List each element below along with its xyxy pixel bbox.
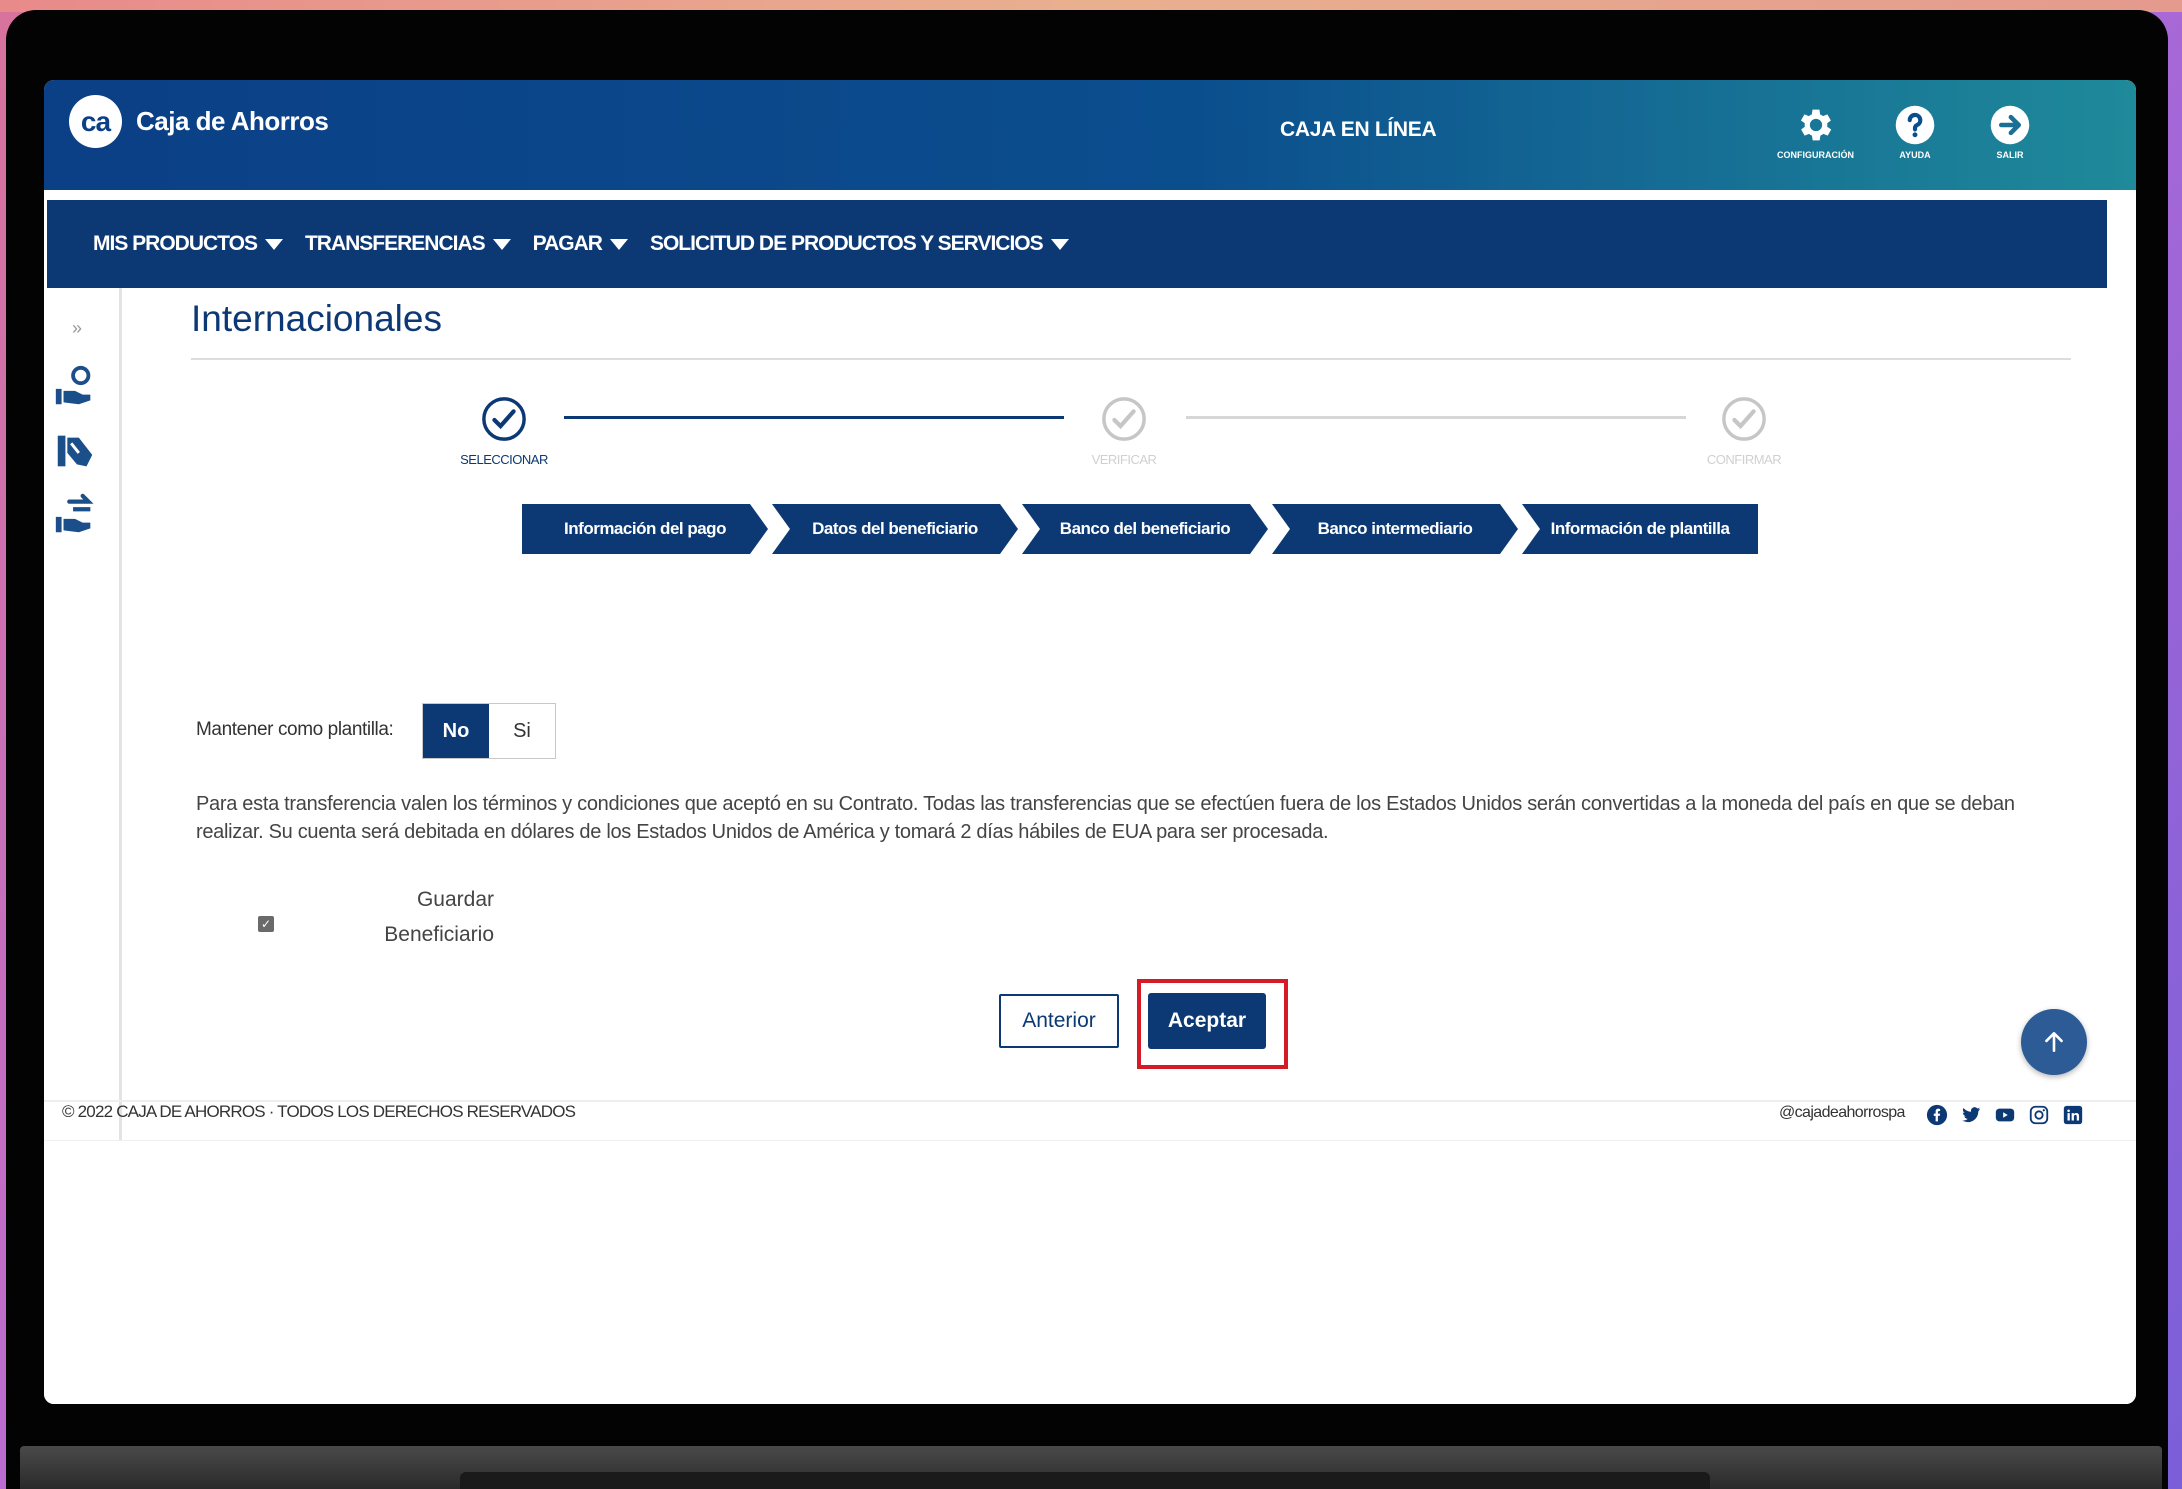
tab-informacion-plantilla[interactable]: Información de plantilla [1522,504,1758,554]
main-nav: MIS PRODUCTOS TRANSFERENCIAS PAGAR SOLIC… [47,200,2107,288]
sidebar-expand-icon[interactable]: » [72,318,82,339]
step-seleccionar: SELECCIONAR [444,396,564,467]
sidebar: » [44,288,122,1178]
gear-icon [1800,109,1831,141]
step-label: CONFIRMAR [1706,452,1782,467]
youtube-icon[interactable] [1994,1104,2016,1126]
twitter-icon[interactable] [1960,1104,1982,1126]
caret-down-icon [264,238,283,250]
hand-transfer-icon[interactable] [52,492,98,538]
help-label: AYUDA [1899,150,1931,160]
template-option-no[interactable]: No [423,704,489,758]
template-label: Mantener como plantilla: [196,719,394,740]
step-connector-inactive [1186,416,1686,419]
step-verificar: VERIFICAR [1064,396,1184,467]
template-toggle: No Si [422,703,556,759]
step-label: SELECCIONAR [460,452,548,467]
header-title: CAJA EN LÍNEA [1280,118,1437,141]
page-title: Internacionales [191,298,442,339]
nav-label: SOLICITUD DE PRODUCTOS Y SERVICIOS [649,232,1044,255]
browser-screen: ca Caja de Ahorros CAJA EN LÍNEA CONFIGU… [44,80,2136,1404]
scroll-to-top-button[interactable] [2021,1009,2087,1075]
tab-banco-intermediario[interactable]: Banco intermediario [1272,504,1518,554]
previous-button[interactable]: Anterior [999,994,1119,1048]
save-label-line2: Beneficiario [384,923,494,946]
tab-banco-beneficiario[interactable]: Banco del beneficiario [1022,504,1268,554]
tab-datos-beneficiario[interactable]: Datos del beneficiario [772,504,1018,554]
nav-label: MIS PRODUCTOS [93,232,258,255]
save-label-line1: Guardar [416,888,494,911]
form-tabs: Información del pago Datos del beneficia… [522,504,1762,554]
terms-text: Para esta transferencia valen los términ… [196,793,2015,843]
nav-label: TRANSFERENCIAS [304,232,486,255]
save-beneficiary-label: Guardar Beneficiario [324,882,494,952]
step-label: VERIFICAR [1091,452,1157,467]
app-header: ca Caja de Ahorros CAJA EN LÍNEA CONFIGU… [44,80,2136,190]
empty-page-area [44,1140,2136,1404]
facebook-icon[interactable] [1926,1104,1948,1126]
settings-button[interactable]: CONFIGURACIÓN [1777,104,1854,160]
step-confirmar: CONFIRMAR [1684,396,1804,467]
save-beneficiary-checkbox[interactable]: ✓ [258,916,274,932]
accept-button[interactable]: Aceptar [1148,993,1266,1049]
step-connector-active [564,416,1064,419]
nav-pagar[interactable]: PAGAR [533,232,628,256]
check-circle-icon [482,397,526,441]
social-handle: @cajadeahorrospa [1779,1104,1905,1121]
caret-down-icon [609,238,628,250]
caret-down-icon [1050,238,1069,250]
logo-icon[interactable]: ca [69,95,122,148]
nav-mis-productos[interactable]: MIS PRODUCTOS [93,232,283,256]
logout-label: SALIR [1996,150,2024,160]
help-button[interactable]: AYUDA [1894,104,1936,160]
nav-transferencias[interactable]: TRANSFERENCIAS [305,232,511,256]
brand-name: Caja de Ahorros [136,106,329,136]
settings-label: CONFIGURACIÓN [1777,150,1854,160]
logout-icon [1990,105,2030,145]
arrow-up-icon [2045,1032,2063,1052]
laptop-notch [460,1472,1710,1489]
linkedin-icon[interactable] [2062,1104,2084,1126]
help-icon [1895,105,1935,145]
template-option-si[interactable]: Si [489,704,555,758]
instagram-icon[interactable] [2028,1104,2050,1126]
check-circle-icon [1722,397,1766,441]
logout-button[interactable]: SALIR [1989,104,2031,160]
caret-down-icon [492,238,511,250]
check-circle-icon [1102,397,1146,441]
title-divider [191,358,2071,360]
nav-solicitud[interactable]: SOLICITUD DE PRODUCTOS Y SERVICIOS [650,232,1069,256]
tab-informacion-pago[interactable]: Información del pago [522,504,768,554]
hand-cards-icon[interactable] [52,428,98,474]
nav-label: PAGAR [532,232,603,255]
hand-coin-icon[interactable] [52,364,98,410]
copyright-text: © 2022 CAJA DE AHORROS · TODOS LOS DEREC… [62,1102,576,1121]
